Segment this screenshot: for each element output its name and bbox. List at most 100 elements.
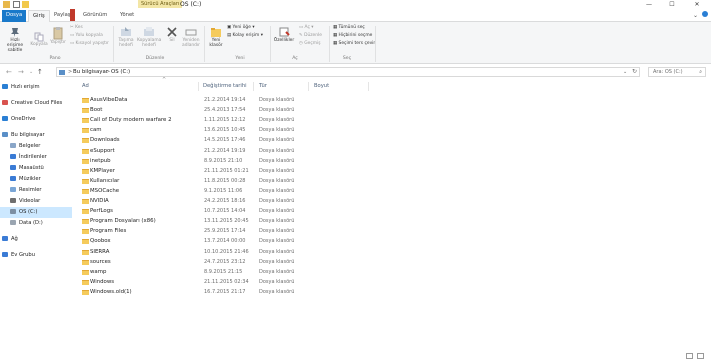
nav-item[interactable]: Müzikler: [10, 174, 41, 185]
ribbon-divider: [270, 26, 271, 62]
column-header-name[interactable]: Ad: [82, 82, 89, 91]
tab-home[interactable]: Giriş: [28, 10, 50, 22]
column-divider[interactable]: [308, 82, 309, 91]
move-to-button[interactable]: Taşıma hedefi: [116, 26, 136, 48]
tab-file[interactable]: Dosya: [2, 10, 27, 22]
nav-item[interactable]: Ağ: [2, 234, 18, 245]
file-row[interactable]: inetpub 8.9.2015 21:10 Dosya klasörü: [78, 156, 458, 166]
nav-item-label: Data (D:): [19, 220, 43, 226]
column-divider[interactable]: [198, 82, 199, 91]
up-button[interactable]: ↑: [37, 68, 43, 76]
new-item-button[interactable]: ▣ Yeni öğe ▾: [227, 25, 255, 30]
breadcrumb-this-pc[interactable]: Bu bilgisayar: [73, 68, 108, 76]
address-dropdown-icon[interactable]: ⌄: [623, 68, 627, 76]
column-header-date[interactable]: Değiştirme tarihi: [203, 82, 247, 91]
breadcrumb-os-c[interactable]: OS (C:): [111, 68, 130, 76]
tab-view[interactable]: Görünüm: [79, 10, 111, 22]
copy-to-button[interactable]: Kopyalama hedefi: [137, 26, 161, 48]
cut-button[interactable]: ✂ Kes: [70, 25, 83, 30]
properties-button[interactable]: Özellikler: [273, 26, 295, 43]
nav-item[interactable]: Resimler: [10, 185, 42, 196]
file-row[interactable]: PerfLogs 10.7.2015 14:04 Dosya klasörü: [78, 206, 458, 216]
rename-button[interactable]: Yeniden adlandır: [180, 26, 202, 48]
paste-shortcut-button[interactable]: ▭ Kısayol yapıştır: [70, 41, 109, 46]
help-icon[interactable]: [702, 11, 708, 17]
file-row[interactable]: sources 24.7.2015 23:12 Dosya klasörü: [78, 257, 458, 267]
nav-item[interactable]: OneDrive: [2, 114, 35, 125]
maximize-button[interactable]: ☐: [663, 0, 681, 9]
file-row[interactable]: KMPlayer 21.11.2015 01:21 Dosya klasörü: [78, 166, 458, 176]
properties-qa-icon[interactable]: [13, 1, 20, 8]
file-name: inetpub: [90, 157, 111, 164]
file-row[interactable]: Qoobox 13.7.2014 00:00 Dosya klasörü: [78, 236, 458, 246]
new-folder-qa-icon[interactable]: [22, 1, 29, 8]
folder-icon: [82, 229, 89, 235]
file-row[interactable]: Program Files 25.9.2015 17:14 Dosya klasör…: [78, 226, 458, 236]
close-button[interactable]: ✕: [688, 0, 706, 9]
quick-access-folder-icon[interactable]: [3, 1, 10, 8]
nav-item[interactable]: İndirilenler: [10, 152, 47, 163]
file-row[interactable]: wamp 8.9.2015 21:15 Dosya klasörü: [78, 267, 458, 277]
file-name: MSOCache: [90, 187, 120, 194]
ribbon-divider: [329, 26, 330, 62]
nav-item[interactable]: Bu bilgisayar: [2, 130, 45, 141]
nav-item[interactable]: Videolar: [10, 196, 40, 207]
recent-locations-icon[interactable]: ⌄: [29, 68, 33, 76]
sort-indicator-icon: ^: [162, 77, 167, 83]
open-button[interactable]: ▭ Aç ▾: [299, 25, 314, 30]
file-row[interactable]: Kullanıcılar 11.8.2015 00:28 Dosya klasörü: [78, 176, 458, 186]
large-icons-view-icon[interactable]: [697, 353, 704, 359]
nav-item[interactable]: Hızlı erişim: [2, 82, 40, 93]
breadcrumb-separator: >: [68, 69, 73, 75]
invert-selection-button[interactable]: ▦ Seçimi ters çevir: [333, 41, 375, 46]
copy-path-button[interactable]: ▭ Yolu kopyala: [70, 33, 103, 38]
nav-item[interactable]: Belgeler: [10, 141, 40, 152]
refresh-icon[interactable]: ↻: [632, 68, 637, 76]
file-row[interactable]: Downloads 14.5.2015 17:46 Dosya klasörü: [78, 135, 458, 145]
back-button[interactable]: ←: [6, 68, 12, 76]
drive-icon: [10, 209, 16, 214]
nav-item[interactable]: Data (D:): [10, 218, 43, 229]
navigation-pane: Hızlı erişim Creative Cloud Files OneDrive…: [0, 82, 74, 352]
select-all-button[interactable]: ▦ Tümünü seç: [333, 25, 365, 30]
easy-access-button[interactable]: ▤ Kolay erişim ▾: [227, 33, 263, 38]
file-row[interactable]: NVIDIA 24.2.2015 18:16 Dosya klasörü: [78, 196, 458, 206]
ribbon-expand-icon[interactable]: ⌄: [693, 12, 698, 19]
file-row[interactable]: Windows 21.11.2015 02:34 Dosya klasörü: [78, 277, 458, 287]
history-button[interactable]: ◷ Geçmiş: [299, 41, 321, 46]
file-row[interactable]: AsusVibeData 21.2.2014 19:14 Dosya klasörü: [78, 95, 458, 105]
file-row[interactable]: eSupport 21.2.2014 19:19 Dosya klasörü: [78, 146, 458, 156]
copy-path-label: Yolu kopyala: [75, 33, 103, 38]
file-date: 11.8.2015 00:28: [204, 177, 246, 184]
edit-button[interactable]: ✎ Düzenle: [299, 33, 322, 38]
paste-button[interactable]: Yapıştır: [48, 26, 68, 45]
file-row[interactable]: MSOCache 9.1.2015 11:06 Dosya klasörü: [78, 186, 458, 196]
file-name: SIERRA: [90, 248, 110, 255]
tab-manage[interactable]: Yönet: [116, 10, 138, 22]
nav-item[interactable]: OS (C:): [0, 207, 72, 218]
nav-item[interactable]: Creative Cloud Files: [2, 98, 62, 109]
forward-button[interactable]: →: [18, 68, 24, 76]
file-row[interactable]: Call of Duty modern warfare 2 1.11.2015 1…: [78, 115, 458, 125]
nav-item[interactable]: Ev Grubu: [2, 250, 35, 261]
nav-item[interactable]: Masaüstü: [10, 163, 44, 174]
file-row[interactable]: cam 13.6.2015 10:45 Dosya klasörü: [78, 125, 458, 135]
file-row[interactable]: Windows.old(1) 16.7.2015 21:17 Dosya klasö…: [78, 287, 458, 297]
delete-button[interactable]: Sil: [164, 26, 180, 43]
select-none-button[interactable]: ▦ Hiçbirini seçme: [333, 33, 372, 38]
file-type: Dosya klasörü: [259, 228, 295, 235]
pin-quick-access-button[interactable]: Hızlı erişime sabitle: [2, 26, 28, 53]
column-divider[interactable]: [368, 82, 369, 91]
column-divider[interactable]: [253, 82, 254, 91]
column-header-type[interactable]: Tür: [259, 82, 267, 91]
file-row[interactable]: Boot 25.4.2013 17:54 Dosya klasörü: [78, 105, 458, 115]
column-header-size[interactable]: Boyut: [314, 82, 329, 91]
copy-button[interactable]: Kopyala: [30, 32, 48, 47]
details-view-icon[interactable]: [686, 353, 693, 359]
search-input[interactable]: Ara: OS (C:) ⌕: [648, 67, 706, 77]
minimize-button[interactable]: —: [640, 0, 658, 9]
address-input[interactable]: > Bu bilgisayar > OS (C:) ⌄ ↻: [56, 67, 640, 77]
new-folder-button[interactable]: Yeni klasör: [207, 26, 225, 48]
file-row[interactable]: SIERRA 10.10.2015 21:46 Dosya klasörü: [78, 247, 458, 257]
file-row[interactable]: Program Dosyaları (x86) 13.11.2015 20:45 D…: [78, 216, 458, 226]
